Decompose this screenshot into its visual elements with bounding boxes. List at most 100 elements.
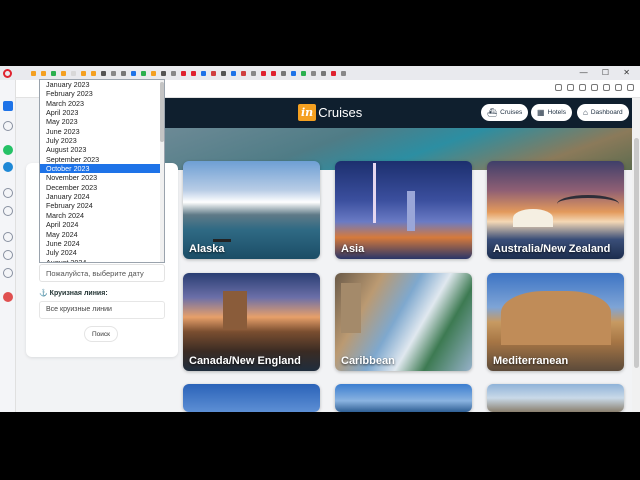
month-option[interactable]: July 2023: [40, 136, 164, 145]
browser-tab-favicon[interactable]: [160, 70, 166, 76]
browser-tab-favicon[interactable]: [40, 70, 46, 76]
destination-card-partial[interactable]: [487, 384, 624, 412]
month-option[interactable]: September 2023: [40, 155, 164, 164]
destination-card-canada[interactable]: Canada/New England: [183, 273, 320, 371]
browser-tab-favicon[interactable]: [200, 70, 206, 76]
date-select[interactable]: Пожалуйста, выберите дату: [39, 264, 165, 282]
browser-tab-favicon[interactable]: [170, 70, 176, 76]
month-option[interactable]: May 2023: [40, 117, 164, 126]
browser-tab-favicon[interactable]: [220, 70, 226, 76]
opera-sidebar: [0, 80, 16, 412]
browser-tab-favicon[interactable]: [70, 70, 76, 76]
site-header: in Cruises ⛴ Cruises ▦ Hotels ⌂ Dashboard: [160, 98, 640, 128]
browser-tab-favicon[interactable]: [330, 70, 336, 76]
destination-card-mediterranean[interactable]: Mediterranean: [487, 273, 624, 371]
browser-tab-favicon[interactable]: [130, 70, 136, 76]
page-scrollbar[interactable]: [632, 98, 640, 412]
month-option[interactable]: January 2023: [40, 80, 164, 89]
browser-tab-favicon[interactable]: [110, 70, 116, 76]
window-controls[interactable]: — ☐ ✕: [580, 68, 636, 77]
browser-tab-favicon[interactable]: [300, 70, 306, 76]
month-option[interactable]: November 2023: [40, 173, 164, 182]
browser-tab-favicon[interactable]: [180, 70, 186, 76]
browser-tab-favicon[interactable]: [340, 70, 346, 76]
nav-hotels-label: Hotels: [547, 109, 566, 116]
camera-icon[interactable]: [567, 84, 574, 91]
home-icon: ⌂: [583, 108, 588, 117]
browser-tab-favicon[interactable]: [230, 70, 236, 76]
dropdown-scroll-thumb[interactable]: [160, 82, 164, 142]
browser-tab-favicon[interactable]: [190, 70, 196, 76]
nav-dashboard-label: Dashboard: [590, 109, 623, 116]
browser-tab-favicon[interactable]: [270, 70, 276, 76]
browser-tab-favicon[interactable]: [310, 70, 316, 76]
month-option[interactable]: August 2024: [40, 258, 164, 262]
opera-menu-icon[interactable]: [0, 66, 14, 80]
profile-icon[interactable]: [615, 84, 622, 91]
month-option[interactable]: February 2023: [40, 89, 164, 98]
browser-tab-favicon[interactable]: [260, 70, 266, 76]
nav-hotels-button[interactable]: ▦ Hotels: [531, 104, 572, 121]
browser-tab-favicon[interactable]: [240, 70, 246, 76]
month-option[interactable]: July 2024: [40, 248, 164, 257]
month-option[interactable]: March 2024: [40, 211, 164, 220]
month-option[interactable]: February 2024: [40, 201, 164, 210]
month-option[interactable]: December 2023: [40, 183, 164, 192]
destination-card-caribbean[interactable]: Caribbean: [335, 273, 472, 371]
browser-tab-favicon[interactable]: [90, 70, 96, 76]
browser-tab-favicon[interactable]: [320, 70, 326, 76]
destination-card-asia[interactable]: Asia: [335, 161, 472, 259]
bookmark-icon[interactable]: [579, 84, 586, 91]
browser-tab-favicon[interactable]: [280, 70, 286, 76]
month-option[interactable]: October 2023: [40, 164, 164, 174]
incruises-logo[interactable]: in Cruises: [298, 104, 362, 121]
browser-tab-favicon[interactable]: [250, 70, 256, 76]
nav-cruises-button[interactable]: ⛴ Cruises: [481, 104, 529, 121]
send-icon[interactable]: [3, 206, 13, 216]
month-option[interactable]: March 2023: [40, 99, 164, 108]
browser-tab-favicon[interactable]: [140, 70, 146, 76]
heart-icon[interactable]: [3, 232, 13, 242]
add-icon[interactable]: [3, 188, 13, 198]
cruise-line-label-text: Круизная линия:: [49, 290, 108, 297]
whatsapp-icon[interactable]: [3, 145, 13, 155]
ship-icon: ⛴: [487, 108, 498, 117]
home-icon[interactable]: [3, 101, 13, 111]
month-option[interactable]: May 2024: [40, 230, 164, 239]
menu-icon[interactable]: [627, 84, 634, 91]
history-icon[interactable]: [3, 250, 13, 260]
browser-tab-favicon[interactable]: [100, 70, 106, 76]
month-option[interactable]: January 2024: [40, 192, 164, 201]
month-option[interactable]: June 2024: [40, 239, 164, 248]
nav-dashboard-button[interactable]: ⌂ Dashboard: [577, 104, 629, 121]
browser-tab-favicon[interactable]: [60, 70, 66, 76]
messenger-icon[interactable]: [3, 162, 13, 172]
browser-tab-favicon[interactable]: [30, 70, 36, 76]
settings-icon[interactable]: [3, 268, 13, 278]
browser-tab-favicon[interactable]: [120, 70, 126, 76]
month-option[interactable]: April 2024: [40, 220, 164, 229]
destination-card-australia[interactable]: Australia/New Zealand: [487, 161, 624, 259]
download-icon[interactable]: [591, 84, 598, 91]
extensions-icon[interactable]: [603, 84, 610, 91]
dropdown-scrollbar[interactable]: [160, 80, 164, 262]
month-option[interactable]: June 2023: [40, 127, 164, 136]
browser-tab-favicon[interactable]: [150, 70, 156, 76]
page-scroll-thumb[interactable]: [634, 138, 639, 368]
month-option[interactable]: April 2023: [40, 108, 164, 117]
month-dropdown-list[interactable]: January 2023 February 2023 March 2023 April…: [39, 79, 165, 263]
destination-card-alaska[interactable]: Alaska: [183, 161, 320, 259]
screenshot-icon[interactable]: [555, 84, 562, 91]
browser-tab-favicon[interactable]: [290, 70, 296, 76]
browser-tab-favicon[interactable]: [50, 70, 56, 76]
destination-card-partial[interactable]: [335, 384, 472, 412]
search-button[interactable]: Поиск: [84, 326, 118, 342]
browser-tab-favicon[interactable]: [80, 70, 86, 76]
month-option[interactable]: August 2023: [40, 145, 164, 154]
browser-tab-favicon[interactable]: [210, 70, 216, 76]
speed-dial-icon[interactable]: [3, 121, 13, 131]
pin-icon[interactable]: [3, 292, 13, 302]
cruise-line-select[interactable]: Все круизные линии: [39, 301, 165, 319]
destination-card-partial[interactable]: [183, 384, 320, 412]
destination-label: Australia/New Zealand: [493, 243, 611, 255]
